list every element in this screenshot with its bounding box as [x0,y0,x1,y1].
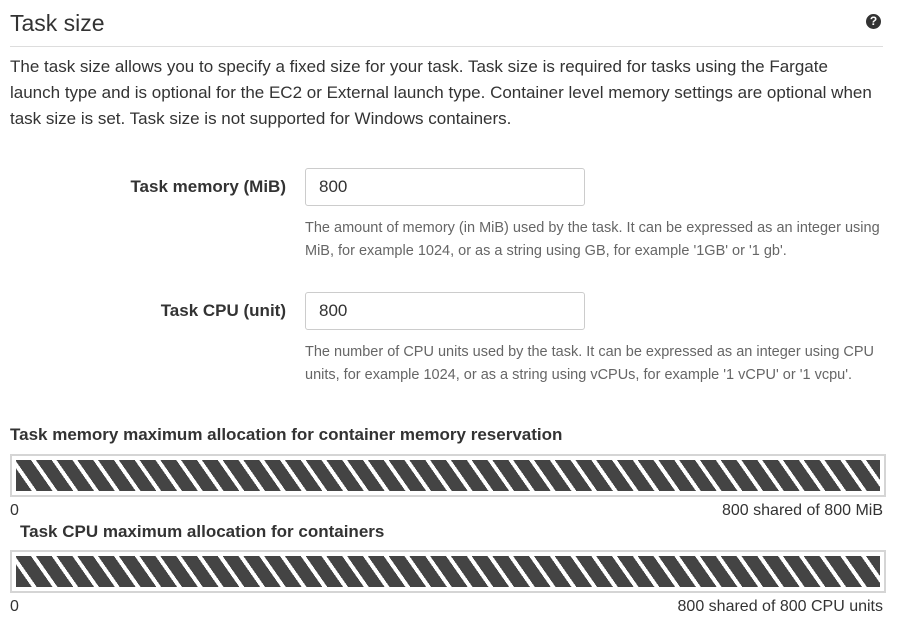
memory-allocation-bar [10,454,886,497]
memory-allocation-label: Task memory maximum allocation for conta… [10,425,563,444]
section-description: The task size allows you to specify a fi… [10,57,872,128]
task-cpu-input[interactable] [305,292,585,330]
task-cpu-help: The number of CPU units used by the task… [305,344,875,383]
cpu-allocation-min: 0 [10,598,19,615]
memory-allocation-fill [16,460,880,491]
question-circle-icon[interactable]: ? [866,14,881,29]
task-cpu-label: Task CPU (unit) [160,301,286,320]
task-memory-label: Task memory (MiB) [130,177,286,196]
section-title: Task size [10,10,105,36]
memory-allocation-min: 0 [10,502,19,519]
cpu-allocation-bar [10,550,886,593]
task-memory-help: The amount of memory (in MiB) used by th… [305,220,880,259]
cpu-allocation-max: 800 shared of 800 CPU units [677,598,883,615]
cpu-allocation-fill [16,556,880,587]
memory-allocation-max: 800 shared of 800 MiB [722,502,883,519]
section-header: Task size ? [10,8,883,47]
cpu-allocation-label: Task CPU maximum allocation for containe… [20,522,385,541]
task-memory-input[interactable] [305,168,585,206]
